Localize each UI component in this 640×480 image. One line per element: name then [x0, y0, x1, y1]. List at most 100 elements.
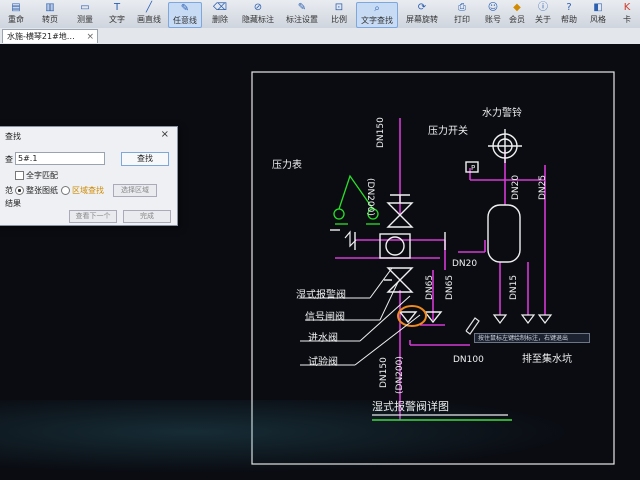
toolbar-button-label: 画直线 — [137, 15, 161, 24]
document-tab-title: 水施-横琴21#地… — [7, 32, 75, 41]
close-icon[interactable]: × — [161, 129, 169, 140]
label-dn100: DN100 — [453, 355, 484, 365]
toolbar: ▤ 重命 ▥ 转页 ▭ 测量 T 文字 ╱ 画直线 ✎ 任意线 ⌫ 删除 ⊘ 隐藏标注 ✎ 标注设置 ⊡ 比例 ⌕ 文字查… — [0, 0, 640, 29]
label-dn150-bottom: DN150 — [379, 357, 389, 388]
toolbar-delete-button[interactable]: ⌫ 删除 — [206, 2, 234, 26]
label-dn20-mid: DN20 — [452, 259, 477, 269]
label-p-box: P — [471, 164, 475, 172]
delete-icon: ⌫ — [212, 2, 228, 13]
toolbar-line-button[interactable]: ╱ 画直线 — [134, 2, 164, 26]
toolbar-button-label: 会员 — [509, 15, 525, 24]
print-icon: ⎙ — [458, 2, 466, 13]
radio-whole-drawing[interactable]: 整张图纸 — [15, 185, 58, 196]
canvas-background — [0, 44, 640, 480]
toolbar-button-label: 转页 — [42, 15, 58, 24]
toolbar-measure-button[interactable]: ▭ 测量 — [70, 2, 100, 26]
toolbar-button-label: 隐藏标注 — [242, 15, 274, 24]
label-dn20-right: DN20 — [511, 175, 521, 200]
label-drawing-title: 湿式报警阀详图 — [372, 399, 449, 413]
toolbar-vip-button[interactable]: ◆ 会员 — [506, 2, 528, 26]
label-dn200-top: (DN200) — [365, 178, 375, 216]
cad-drawing-canvas[interactable]: 压力表 压力开关 水力警铃 湿式报警阀 信号闸阀 进水阀 试验阀 排至集水坑 D… — [0, 44, 640, 480]
toolbar-settings-button[interactable]: ✎ 标注设置 — [284, 2, 320, 26]
style-icon: ◧ — [593, 2, 603, 13]
toolbar-rename-button[interactable]: ▤ 重命 — [2, 2, 30, 26]
label-signal-valve: 信号闸阀 — [305, 310, 345, 323]
label-drain: 排至集水坑 — [522, 352, 572, 365]
toolbar-print-button[interactable]: ⎙ 打印 — [448, 2, 476, 26]
select-region-button[interactable]: 选择区域 — [113, 184, 157, 197]
toolbar-button-label: 测量 — [77, 15, 93, 24]
label-dn25-right: DN25 — [538, 175, 548, 200]
toolbar-text-button[interactable]: T 文字 — [104, 2, 130, 26]
info-icon: ⓘ — [538, 2, 548, 13]
toolbar-button-label: 屏幕旋转 — [406, 15, 438, 24]
radio-dot[interactable] — [61, 186, 70, 195]
radio-region[interactable]: 区域查找 — [61, 185, 104, 196]
toolbar-hide-button[interactable]: ⊘ 隐藏标注 — [238, 2, 278, 26]
whole-word-label: 全字匹配 — [26, 171, 58, 180]
toolbar-button-label: 重命 — [8, 15, 24, 24]
radio-whole-label: 整张图纸 — [26, 186, 58, 195]
measure-icon: ▭ — [80, 2, 90, 13]
range-label: 范 — [5, 186, 13, 195]
toolbar-button-label: 打印 — [454, 15, 470, 24]
toolbar-button-label: 比例 — [331, 15, 347, 24]
find-next-button[interactable]: 查看下一个 — [69, 210, 117, 223]
tooltip: 按住鼠标左键绘制标注，右键退出 — [474, 333, 590, 343]
toolbar-button-label: 关于 — [535, 15, 551, 24]
toolbar-button-label: 卡 — [623, 15, 631, 24]
document-tab-strip: 水施-横琴21#地… × — [0, 28, 640, 45]
label-dn150-top: DN150 — [376, 117, 386, 148]
find-button[interactable]: 查找 — [121, 152, 169, 166]
whole-word-checkbox[interactable]: 全字匹配 — [15, 170, 58, 181]
toolbar-button-label: 账号 — [485, 15, 501, 24]
close-icon[interactable]: × — [86, 30, 94, 44]
label-test-valve: 试验阀 — [308, 355, 338, 368]
toolbar-button-label: 文字 — [109, 15, 125, 24]
radio-region-label: 区域查找 — [72, 186, 104, 195]
help-icon: ? — [566, 2, 572, 13]
page-icon: ▥ — [45, 2, 55, 13]
label-dn15: DN15 — [509, 275, 519, 300]
label-dn65: DN65 — [425, 275, 435, 300]
document-tab[interactable]: 水施-横琴21#地… × — [2, 29, 98, 43]
done-button[interactable]: 完成 — [123, 210, 171, 223]
toolbar-page-button[interactable]: ▥ 转页 — [34, 2, 66, 26]
vip-icon: ◆ — [513, 2, 521, 13]
toolbar-scale-button[interactable]: ⊡ 比例 — [326, 2, 352, 26]
line-icon: ╱ — [145, 2, 153, 13]
toolbar-info-button[interactable]: ⓘ 关于 — [532, 2, 554, 26]
toolbar-card-button[interactable]: K卡 — [616, 2, 638, 26]
label-inlet-valve: 进水阀 — [308, 331, 338, 344]
dialog-title: 查找 — [5, 132, 21, 141]
toolbar-button-label: 文字查找 — [361, 16, 393, 25]
label-water-alarm: 水力警铃 — [482, 106, 522, 119]
checkbox-box[interactable] — [15, 171, 24, 180]
pen-icon: ✎ — [180, 3, 190, 14]
settings-icon: ✎ — [297, 2, 307, 13]
radio-dot[interactable] — [15, 186, 24, 195]
toolbar-button-label: 删除 — [212, 15, 228, 24]
toolbar-rotate-button[interactable]: ⟳ 屏幕旋转 — [402, 2, 442, 26]
toolbar-style-button[interactable]: ◧ 风格 — [586, 2, 610, 26]
label-pressure-gauge: 压力表 — [272, 158, 302, 171]
user-icon: ☺ — [487, 2, 499, 13]
toolbar-search-button[interactable]: ⌕ 文字查找 — [356, 2, 398, 28]
card-icon: K — [623, 2, 631, 13]
search-input[interactable]: 5#.1 — [15, 152, 105, 165]
rotate-icon: ⟳ — [417, 2, 427, 13]
toolbar-button-label: 风格 — [590, 15, 606, 24]
scale-icon: ⊡ — [334, 2, 344, 13]
label-wet-alarm-valve: 湿式报警阀 — [296, 288, 346, 301]
toolbar-button-label: 任意线 — [173, 16, 197, 25]
toolbar-help-button[interactable]: ? 帮助 — [558, 2, 580, 26]
result-label: 结果 — [5, 199, 21, 208]
toolbar-pen-button[interactable]: ✎ 任意线 — [168, 2, 202, 28]
toolbar-button-label: 标注设置 — [286, 15, 318, 24]
text-icon: T — [113, 2, 121, 13]
toolbar-user-button[interactable]: ☺ 账号 — [482, 2, 504, 26]
hide-icon: ⊘ — [253, 2, 263, 13]
label-dn200-bottom: (DN200) — [395, 356, 405, 394]
search-icon: ⌕ — [374, 3, 380, 14]
